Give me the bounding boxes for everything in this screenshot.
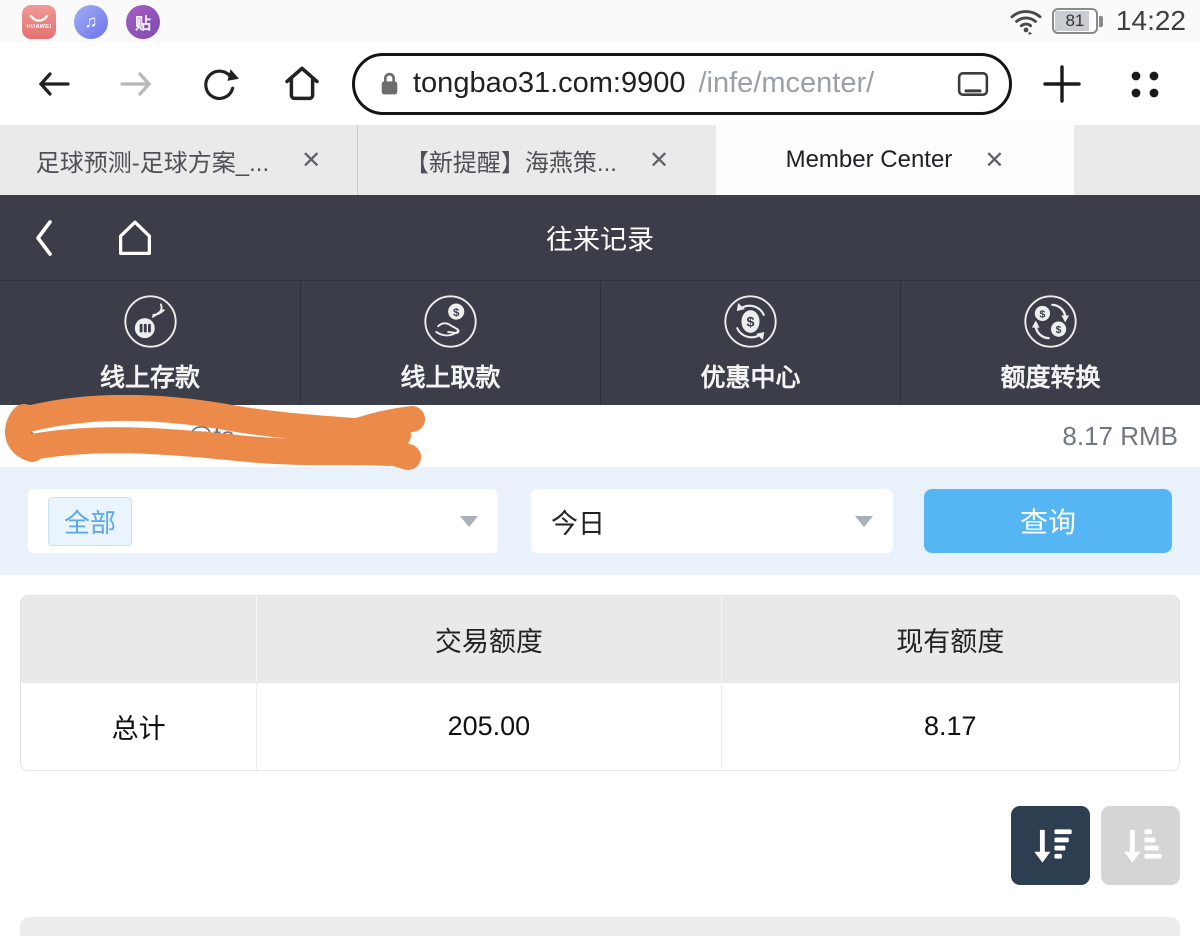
transfer-icon: $ $ xyxy=(1022,293,1079,350)
table-row-total: 总计 205.00 8.17 xyxy=(21,682,1179,770)
huawei-appgallery-icon: HUAWEI xyxy=(22,5,56,39)
lock-icon[interactable] xyxy=(379,70,400,97)
browser-tab-member-center[interactable]: Member Center ✕ xyxy=(716,125,1074,195)
page-home-button[interactable] xyxy=(112,215,158,261)
sort-ascending-icon xyxy=(1118,823,1164,869)
browser-tab-football[interactable]: 足球预测-足球方案_... ✕ xyxy=(0,125,358,195)
header-cell-empty xyxy=(21,596,257,682)
svg-text:$: $ xyxy=(747,314,755,330)
plus-icon xyxy=(1042,64,1082,104)
tab-close-icon[interactable]: ✕ xyxy=(649,146,669,175)
tab-strip: 足球预测-足球方案_... ✕ 【新提醒】海燕策... ✕ Member Cen… xyxy=(0,125,1200,195)
status-bar: HUAWEI ♫ 贴 81 xyxy=(0,0,1200,42)
quick-nav: 线上存款 $ 线上取款 $ 优惠中心 xyxy=(0,280,1200,405)
home-button[interactable] xyxy=(282,64,322,104)
nav-item-withdraw[interactable]: $ 线上取款 xyxy=(300,281,600,405)
page-content: 交易额度 现有额度 总计 205.00 8.17 xyxy=(0,575,1200,936)
summary-table: 交易额度 现有额度 总计 205.00 8.17 xyxy=(20,595,1180,771)
back-arrow-icon xyxy=(34,64,74,104)
tab-close-icon[interactable]: ✕ xyxy=(984,146,1004,175)
chevron-left-icon xyxy=(32,216,56,260)
tieba-app-icon: 贴 xyxy=(126,5,160,39)
svg-text:$: $ xyxy=(1056,325,1062,336)
tab-label: Member Center xyxy=(786,146,953,174)
huawei-label: HUAWEI xyxy=(27,24,52,30)
type-select[interactable]: 全部 xyxy=(28,489,498,553)
tab-label: 足球预测-足球方案_... xyxy=(36,143,269,178)
svg-text:$: $ xyxy=(1040,309,1046,320)
total-current-amount: 8.17 xyxy=(722,683,1179,770)
new-tab-button[interactable] xyxy=(1042,64,1082,104)
nav-label: 优惠中心 xyxy=(700,358,800,394)
nav-label: 额度转换 xyxy=(1000,358,1100,394)
menu-button[interactable] xyxy=(1124,63,1166,105)
wifi-icon xyxy=(1009,7,1043,35)
username-prefix: s xyxy=(22,421,35,452)
deposit-icon xyxy=(122,293,179,350)
filter-bar: 全部 今日 查询 xyxy=(0,467,1200,575)
account-username: s @fa xyxy=(22,421,235,452)
tab-close-icon[interactable]: ✕ xyxy=(301,146,321,175)
battery-level: 81 xyxy=(1054,10,1096,32)
home-icon xyxy=(282,64,322,104)
sort-buttons xyxy=(20,806,1180,885)
browser-toolbar: tongbao31.com:9900/infe/mcenter/ xyxy=(0,42,1200,125)
header-cell-trade-amount: 交易额度 xyxy=(257,596,721,682)
date-range-value: 今日 xyxy=(551,502,605,541)
desktop-mode-button[interactable] xyxy=(957,70,989,98)
page-title: 往来记录 xyxy=(0,218,1200,257)
total-label: 总计 xyxy=(21,683,257,770)
battery-icon: 81 xyxy=(1052,8,1103,34)
back-button[interactable] xyxy=(34,64,74,104)
music-note-glyph: ♫ xyxy=(85,12,98,32)
smile-icon xyxy=(29,15,49,23)
browser-window: HUAWEI ♫ 贴 81 xyxy=(0,0,1200,936)
notification-icons: HUAWEI ♫ 贴 xyxy=(22,3,160,39)
forward-button[interactable] xyxy=(116,64,156,104)
withdraw-icon: $ xyxy=(422,293,479,350)
browser-tab-haiyan[interactable]: 【新提醒】海燕策... ✕ xyxy=(358,125,716,195)
account-row: s @fa 8.17 RMB xyxy=(0,405,1200,467)
username-suffix: @fa xyxy=(187,421,235,452)
date-range-select[interactable]: 今日 xyxy=(531,489,893,553)
nav-label: 线上存款 xyxy=(100,358,200,394)
nav-label: 线上取款 xyxy=(400,358,500,394)
refresh-icon xyxy=(198,63,240,105)
status-indicators: 81 14:22 xyxy=(1009,5,1186,37)
music-app-icon: ♫ xyxy=(74,5,108,39)
table-header-row: 交易额度 现有额度 xyxy=(21,596,1179,682)
menu-dots-icon xyxy=(1124,63,1166,105)
page-header: 往来记录 xyxy=(0,195,1200,280)
desktop-monitor-icon xyxy=(957,70,989,98)
forward-arrow-icon xyxy=(116,64,156,104)
chevron-down-icon xyxy=(855,516,873,527)
page-back-button[interactable] xyxy=(32,216,56,260)
sort-descending-button[interactable] xyxy=(1011,806,1090,885)
type-select-value: 全部 xyxy=(48,497,132,546)
nav-item-transfer[interactable]: $ $ 额度转换 xyxy=(900,281,1200,405)
chevron-down-icon xyxy=(460,516,478,527)
home-outline-icon xyxy=(112,215,158,261)
refresh-button[interactable] xyxy=(198,63,240,105)
url-host: tongbao31.com:9900 xyxy=(413,67,686,100)
query-button[interactable]: 查询 xyxy=(924,489,1172,553)
tieba-glyph: 贴 xyxy=(135,10,151,34)
header-cell-current-amount: 现有额度 xyxy=(722,596,1179,682)
tab-label: 【新提醒】海燕策... xyxy=(405,143,617,178)
clock: 14:22 xyxy=(1116,5,1186,37)
promotions-icon: $ xyxy=(722,293,779,350)
total-trade-amount: 205.00 xyxy=(257,683,721,770)
url-path: /infe/mcenter/ xyxy=(699,67,945,100)
account-balance: 8.17 RMB xyxy=(1062,421,1178,452)
tab-strip-filler xyxy=(1074,125,1200,195)
sort-descending-icon xyxy=(1028,823,1074,869)
bottom-panel xyxy=(20,917,1180,936)
sort-ascending-button[interactable] xyxy=(1101,806,1180,885)
url-bar[interactable]: tongbao31.com:9900/infe/mcenter/ xyxy=(352,53,1012,115)
svg-text:$: $ xyxy=(453,306,460,318)
nav-item-promotions[interactable]: $ 优惠中心 xyxy=(600,281,900,405)
nav-item-deposit[interactable]: 线上存款 xyxy=(0,281,300,405)
